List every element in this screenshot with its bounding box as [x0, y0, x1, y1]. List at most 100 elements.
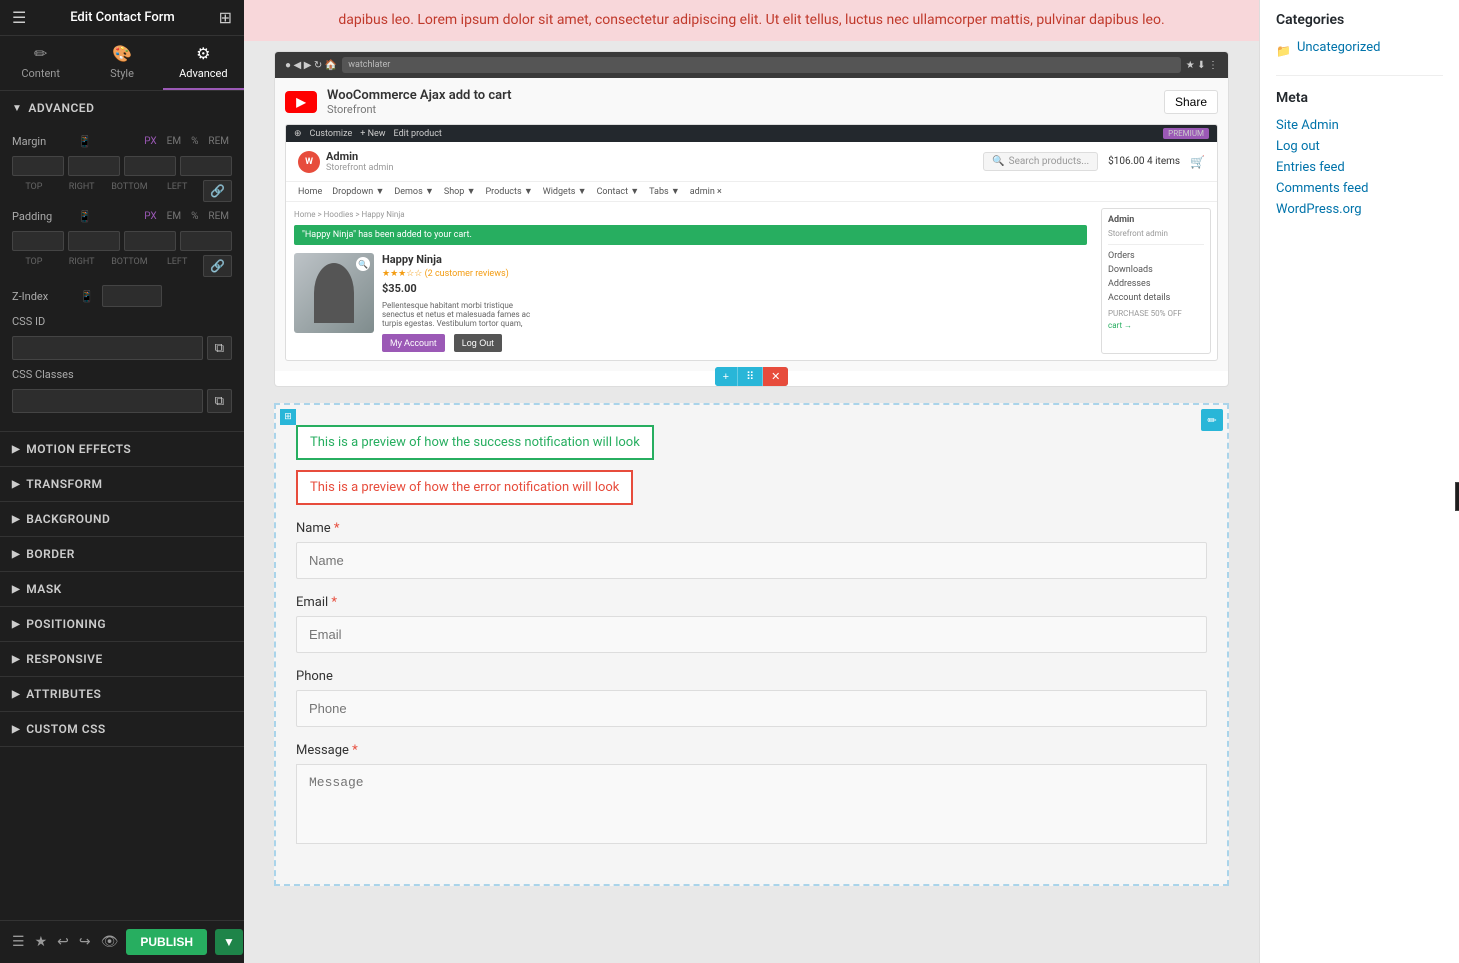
phone-input[interactable]	[296, 690, 1207, 727]
advanced-section-header[interactable]: ▼ Advanced	[0, 91, 244, 125]
border-header[interactable]: ▶ Border	[0, 537, 244, 571]
storefront-browser: ⊕ Customize + New Edit product PREMIUM W…	[285, 124, 1218, 361]
nav-demos[interactable]: Demos ▼	[394, 186, 434, 197]
margin-top-input[interactable]	[12, 156, 64, 176]
margin-responsive-icon[interactable]: 📱	[78, 135, 92, 148]
padding-link-icon[interactable]: 🔗	[203, 255, 232, 277]
form-edit-icon[interactable]: ✏	[1201, 409, 1223, 431]
account-menu-account[interactable]: Account details	[1108, 291, 1204, 305]
positioning-header[interactable]: ▶ Positioning	[0, 607, 244, 641]
product-image: 🔍	[294, 253, 374, 333]
add-to-cart-btn-small[interactable]: cart →	[1108, 321, 1204, 330]
embed-move-btn[interactable]: ⠿	[737, 367, 763, 386]
category-uncategorized-link[interactable]: Uncategorized	[1297, 40, 1380, 55]
margin-unit-percent[interactable]: %	[188, 135, 201, 148]
css-id-copy-btn[interactable]: ⧉	[207, 336, 232, 360]
nav-products[interactable]: Products ▼	[486, 186, 533, 197]
publish-button[interactable]: PUBLISH	[126, 929, 207, 955]
responsive-label: Responsive	[26, 652, 103, 666]
undo-icon[interactable]: ↩	[57, 934, 69, 950]
nav-shop[interactable]: Shop ▼	[444, 186, 476, 197]
transform-section: ▶ Transform	[0, 467, 244, 502]
publish-dropdown-button[interactable]: ▼	[215, 929, 243, 955]
cart-icon[interactable]: 🛒	[1190, 155, 1205, 169]
meta-entries-feed-link[interactable]: Entries feed	[1276, 160, 1443, 175]
padding-bottom-input[interactable]	[124, 231, 176, 251]
meta-site-admin-link[interactable]: Site Admin	[1276, 118, 1443, 133]
margin-unit-px[interactable]: PX	[141, 135, 159, 148]
settings-icon[interactable]: ☰	[12, 934, 25, 950]
account-menu-downloads[interactable]: Downloads	[1108, 263, 1204, 277]
redo-icon[interactable]: ↪	[79, 934, 91, 950]
account-menu-orders[interactable]: Orders	[1108, 249, 1204, 263]
responsive-header[interactable]: ▶ Responsive	[0, 642, 244, 676]
tab-advanced[interactable]: ⚙ Advanced	[163, 36, 244, 90]
nav-admin[interactable]: admin ×	[690, 187, 722, 197]
transform-header[interactable]: ▶ Transform	[0, 467, 244, 501]
browser-extra-icons: ★ ⬇ ⋮	[1186, 60, 1218, 71]
log-out-button[interactable]: Log Out	[454, 334, 502, 352]
advanced-icon: ⚙	[196, 44, 210, 63]
browser-url-bar[interactable]: watchlater	[342, 57, 1181, 73]
padding-unit-em[interactable]: EM	[164, 210, 184, 223]
message-textarea[interactable]	[296, 764, 1207, 844]
name-input[interactable]	[296, 542, 1207, 579]
margin-right-input[interactable]	[68, 156, 120, 176]
nav-home[interactable]: Home	[298, 187, 322, 197]
embed-plus-btn[interactable]: +	[715, 367, 737, 386]
embed-close-btn[interactable]: ✕	[763, 367, 788, 386]
categories-list: 📁 Uncategorized	[1276, 40, 1443, 61]
categories-title: Categories	[1276, 12, 1443, 28]
nav-tabs[interactable]: Tabs ▼	[649, 186, 680, 197]
eye-icon[interactable]: 👁	[101, 934, 119, 950]
padding-left-label: LEFT	[155, 257, 199, 267]
z-index-responsive-icon[interactable]: 📱	[80, 290, 94, 303]
padding-unit-percent[interactable]: %	[188, 210, 201, 223]
meta-wordpress-org-link[interactable]: WordPress.org	[1276, 202, 1443, 217]
positioning-section: ▶ Positioning	[0, 607, 244, 642]
padding-unit-rem[interactable]: REM	[205, 210, 232, 223]
nav-contact[interactable]: Contact ▼	[597, 186, 640, 197]
message-field-group: Message *	[296, 743, 1207, 848]
tab-style[interactable]: 🎨 Style	[81, 36, 162, 90]
meta-comments-feed-link[interactable]: Comments feed	[1276, 181, 1443, 196]
product-zoom-icon[interactable]: 🔍	[356, 257, 370, 271]
margin-left-input[interactable]	[180, 156, 232, 176]
account-menu-addresses[interactable]: Addresses	[1108, 277, 1204, 291]
margin-unit-em[interactable]: EM	[164, 135, 184, 148]
css-id-input[interactable]	[12, 336, 203, 360]
nav-widgets[interactable]: Widgets ▼	[543, 186, 587, 197]
search-bar[interactable]: 🔍 Search products...	[983, 152, 1098, 171]
margin-unit-rem[interactable]: REM	[205, 135, 232, 148]
tab-content[interactable]: ✏ Content	[0, 36, 81, 90]
margin-bottom-input[interactable]	[124, 156, 176, 176]
mask-header[interactable]: ▶ Mask	[0, 572, 244, 606]
padding-responsive-icon[interactable]: 📱	[78, 210, 92, 223]
motion-effects-header[interactable]: ▶ Motion Effects	[0, 432, 244, 466]
purchase-text: PURCHASE 50% OFF	[1108, 309, 1182, 318]
grid-icon[interactable]: ⊞	[219, 8, 232, 27]
nav-dropdown[interactable]: Dropdown ▼	[332, 186, 384, 197]
meta-log-out-link[interactable]: Log out	[1276, 139, 1443, 154]
css-classes-copy-btn[interactable]: ⧉	[207, 389, 232, 413]
css-classes-input[interactable]	[12, 389, 203, 413]
padding-right-input[interactable]	[68, 231, 120, 251]
background-header[interactable]: ▶ Background	[0, 502, 244, 536]
padding-unit-px[interactable]: PX	[141, 210, 159, 223]
z-index-input[interactable]	[102, 285, 162, 307]
search-placeholder: Search products...	[1009, 156, 1090, 167]
star-icon[interactable]: ★	[35, 934, 48, 950]
yt-share-button[interactable]: Share	[1164, 90, 1218, 114]
my-account-button[interactable]: My Account	[382, 334, 445, 352]
custom-css-header[interactable]: ▶ Custom CSS	[0, 712, 244, 746]
advanced-section: ▼ Advanced Margin 📱 PX EM % REM	[0, 91, 244, 432]
margin-link-icon[interactable]: 🔗	[203, 180, 232, 202]
attributes-header[interactable]: ▶ Attributes	[0, 677, 244, 711]
padding-top-input[interactable]	[12, 231, 64, 251]
background-arrow: ▶	[12, 514, 20, 525]
form-handle-icon[interactable]: ⊞	[280, 409, 296, 425]
padding-left-input[interactable]	[180, 231, 232, 251]
error-notification: This is a preview of how the error notif…	[296, 470, 633, 505]
hamburger-icon[interactable]: ☰	[12, 8, 26, 27]
email-input[interactable]	[296, 616, 1207, 653]
